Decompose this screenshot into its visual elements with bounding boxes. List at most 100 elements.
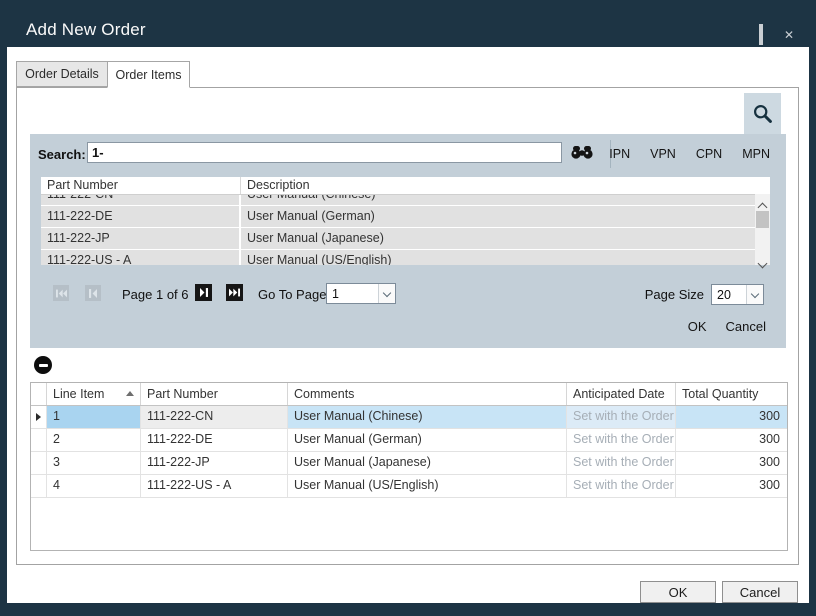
tab-order-items[interactable]: Order Items (107, 61, 190, 88)
tab-order-details[interactable]: Order Details (16, 61, 107, 87)
cell-comments[interactable]: User Manual (German) (288, 429, 567, 451)
window-title: Add New Order (26, 20, 146, 40)
scrollbar-thumb[interactable] (756, 211, 769, 228)
cell-anticipated-date[interactable]: Set with the Order (567, 406, 676, 428)
grid-row[interactable]: 4 111-222-US - A User Manual (US/English… (31, 475, 787, 498)
column-header-comments[interactable]: Comments (288, 383, 567, 405)
cell-anticipated-date[interactable]: Set with the Order (567, 429, 676, 451)
page-size-value: 20 (712, 288, 746, 302)
dialog-window: Add New Order ✕ Order Details Order Item… (0, 0, 816, 616)
column-header-description[interactable]: Description (241, 177, 770, 194)
column-header-part-number[interactable]: Part Number (41, 177, 241, 194)
maximize-icon[interactable] (759, 26, 763, 44)
search-expander-button[interactable] (744, 93, 781, 134)
results-header-row: Part Number Description (41, 177, 770, 195)
tab-order-details-label: Order Details (25, 67, 99, 81)
filter-buttons: IPN VPN CPN MPN (609, 147, 770, 161)
search-input[interactable] (87, 142, 562, 163)
order-items-tabpage: Search: IPN VPN (16, 87, 799, 565)
next-page-button[interactable] (195, 284, 212, 301)
remove-row-button[interactable] (34, 356, 52, 374)
cell-description: User Manual (German) (241, 206, 755, 227)
cell-part-number: 111-222-US - A (41, 250, 241, 265)
cell-comments[interactable]: User Manual (US/English) (288, 475, 567, 497)
previous-page-icon (89, 289, 97, 298)
grid-header-row: Line Item Part Number Comments Anticipat… (31, 383, 787, 406)
cell-description: User Manual (US/English) (241, 250, 755, 265)
cell-part-number[interactable]: 111-222-US - A (141, 475, 288, 497)
cell-description: User Manual (Japanese) (241, 228, 755, 249)
binoculars-icon[interactable] (568, 144, 596, 165)
cell-part-number: 111-222-CN (41, 195, 241, 205)
cell-total-quantity[interactable]: 300 (676, 452, 787, 474)
go-to-page-value: 1 (327, 287, 378, 301)
vertical-scrollbar[interactable] (755, 194, 770, 265)
column-header-total-quantity[interactable]: Total Quantity (676, 383, 787, 405)
cell-part-number[interactable]: 111-222-JP (141, 452, 288, 474)
scroll-down-icon[interactable] (759, 254, 766, 261)
cell-total-quantity[interactable]: 300 (676, 429, 787, 451)
grid-row[interactable]: 2 111-222-DE User Manual (German) Set wi… (31, 429, 787, 452)
search-results-table: Part Number Description 111-222-CN User … (41, 177, 770, 265)
chevron-down-icon[interactable] (378, 284, 395, 303)
first-page-icon (56, 289, 67, 298)
cell-comments[interactable]: User Manual (Japanese) (288, 452, 567, 474)
ok-button[interactable]: OK (640, 581, 716, 603)
grid-row[interactable]: 1 111-222-CN User Manual (Chinese) Set w… (31, 406, 787, 429)
cell-comments[interactable]: User Manual (Chinese) (288, 406, 567, 428)
cancel-button-label: Cancel (740, 585, 780, 600)
chevron-down-icon[interactable] (746, 285, 763, 304)
column-header-label: Line Item (53, 387, 104, 401)
cell-line-item[interactable]: 1 (47, 406, 141, 428)
page-size-select[interactable]: 20 (711, 284, 764, 305)
window-controls: ✕ (738, 28, 794, 42)
table-row[interactable]: 111-222-JP User Manual (Japanese) (41, 228, 755, 250)
cell-description: User Manual (Chinese) (241, 195, 755, 205)
close-icon[interactable]: ✕ (784, 28, 794, 42)
search-panel: Search: IPN VPN (30, 134, 786, 348)
page-size-group: Page Size 20 (645, 284, 764, 305)
table-row[interactable]: 111-222-DE User Manual (German) (41, 206, 755, 228)
next-page-icon (200, 288, 208, 297)
ok-button-label: OK (669, 585, 688, 600)
scroll-up-icon[interactable] (759, 198, 766, 205)
last-page-button[interactable] (226, 284, 243, 301)
order-items-grid: Line Item Part Number Comments Anticipat… (30, 382, 788, 551)
magnifier-icon (752, 103, 773, 124)
go-to-page-select[interactable]: 1 (326, 283, 396, 304)
mpn-button[interactable]: MPN (742, 147, 770, 161)
page-indicator: Page 1 of 6 (122, 287, 189, 302)
column-header-line-item[interactable]: Line Item (47, 383, 141, 405)
cell-part-number: 111-222-JP (41, 228, 241, 249)
row-indicator-header (31, 383, 47, 405)
results-body: 111-222-CN User Manual (Chinese) 111-222… (41, 195, 755, 265)
cpn-button[interactable]: CPN (696, 147, 722, 161)
sort-ascending-icon (126, 391, 134, 396)
cell-line-item[interactable]: 3 (47, 452, 141, 474)
search-label: Search: (38, 147, 86, 162)
cell-anticipated-date[interactable]: Set with the Order (567, 475, 676, 497)
search-panel-actions: OK Cancel (688, 319, 766, 334)
cell-line-item[interactable]: 4 (47, 475, 141, 497)
first-page-button[interactable] (53, 285, 69, 301)
cell-anticipated-date[interactable]: Set with the Order (567, 452, 676, 474)
ipn-button[interactable]: IPN (609, 147, 630, 161)
cell-part-number[interactable]: 111-222-DE (141, 429, 288, 451)
previous-page-button[interactable] (85, 285, 101, 301)
table-row[interactable]: 111-222-CN User Manual (Chinese) (41, 195, 755, 206)
row-indicator-icon (36, 413, 41, 421)
minus-icon (39, 364, 48, 367)
cancel-button[interactable]: Cancel (722, 581, 798, 603)
cell-line-item[interactable]: 2 (47, 429, 141, 451)
column-header-anticipated-date[interactable]: Anticipated Date (567, 383, 676, 405)
cell-part-number[interactable]: 111-222-CN (141, 406, 288, 428)
cell-total-quantity[interactable]: 300 (676, 475, 787, 497)
table-row[interactable]: 111-222-US - A User Manual (US/English) (41, 250, 755, 265)
search-cancel-button[interactable]: Cancel (726, 319, 766, 334)
vpn-button[interactable]: VPN (650, 147, 676, 161)
cell-total-quantity[interactable]: 300 (676, 406, 787, 428)
grid-row[interactable]: 3 111-222-JP User Manual (Japanese) Set … (31, 452, 787, 475)
column-header-part-number[interactable]: Part Number (141, 383, 288, 405)
search-ok-button[interactable]: OK (688, 319, 707, 334)
cell-part-number: 111-222-DE (41, 206, 241, 227)
